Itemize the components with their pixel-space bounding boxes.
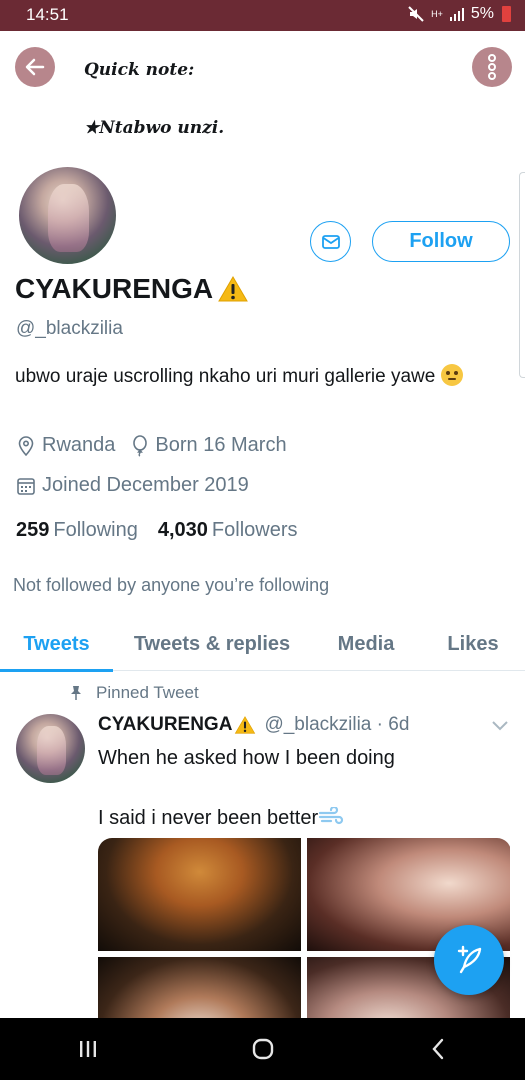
chevron-down-icon [492,721,508,731]
profile-joined: Joined December 2019 [16,474,249,497]
display-name-text: CYAKURENGA [15,273,214,304]
system-nav-bar [0,1018,525,1080]
compose-tweet-button[interactable] [434,925,504,995]
followers-link[interactable]: 4,030 Followers [158,519,298,542]
status-icons: H+ 5% [407,5,511,23]
eye-roll-emoji-icon [440,364,463,386]
recent-apps-icon [79,1041,96,1057]
tweet-photo-1[interactable] [98,838,301,951]
bio-text: ubwo uraje uscrolling nkaho uri muri gal… [15,366,436,387]
profile-birthday: Born 16 March [131,434,287,457]
following-link[interactable]: 259 Following [16,519,138,542]
vertical-dots-icon [488,54,496,80]
calendar-icon [17,477,35,495]
tab-media[interactable]: Media [311,618,421,671]
home-icon [252,1038,273,1060]
tab-likes[interactable]: Likes [421,618,525,671]
profile-meta-row-2: Joined December 2019 [16,474,265,497]
battery-percent: 5% [470,5,494,22]
birthday-text: Born 16 March [155,434,287,456]
envelope-icon [321,234,340,249]
location-text: Rwanda [42,434,116,456]
map-pin-icon [18,435,34,456]
more-options-button[interactable] [472,47,512,87]
profile-location: Rwanda [16,434,115,457]
profile-display-name: CYAKURENGA [15,273,249,305]
tweet-text: When he asked how I been doing I said i … [98,747,395,829]
arrow-left-icon [25,58,45,76]
follow-counts: 259 Following 4,030 Followers [16,519,298,542]
not-followed-notice: Not followed by anyone you’re following [13,575,330,595]
status-time: 14:51 [26,5,69,24]
back-button[interactable] [15,47,55,87]
status-bar: 14:51 H+ 5% [0,0,525,31]
chevron-left-icon [431,1038,443,1060]
tweet-menu-button[interactable] [491,718,509,736]
tweet-author-name[interactable]: CYAKURENGA [98,714,232,736]
pinned-label: Pinned Tweet [96,683,199,702]
back-nav-button[interactable] [408,1029,468,1069]
network-type-icon: H+ [431,8,443,19]
tweet-body: When he asked how I been doing I said i … [98,743,498,833]
profile-avatar[interactable] [15,163,120,268]
warning-icon [218,276,248,302]
profile-tabs: Tweets Tweets & replies Media Likes [0,618,525,672]
feather-plus-icon [457,945,482,974]
following-label: Following [53,519,138,541]
joined-text: Joined December 2019 [42,474,249,496]
mute-icon [408,6,424,22]
tweet-handle-time: @_blackzilia · 6d [264,714,410,735]
profile-bio: ubwo uraje uscrolling nkaho uri muri gal… [15,362,495,392]
followers-count: 4,030 [157,519,208,541]
dash-emoji-icon [319,807,344,825]
follow-button[interactable]: Follow [372,221,510,262]
profile-handle: @_blackzilia [16,318,123,339]
pin-icon [71,686,81,700]
warning-icon [235,716,256,734]
recent-apps-button[interactable] [58,1029,118,1069]
tab-tweets[interactable]: Tweets [0,618,113,672]
header-note-body: ★Ntabwo unzi. [84,118,225,138]
message-button[interactable] [310,221,351,262]
battery-icon [502,6,511,22]
scroll-indicator[interactable] [519,172,525,378]
home-button[interactable] [233,1029,293,1069]
tab-tweets-replies[interactable]: Tweets & replies [113,618,311,671]
tweet-photo-3[interactable] [98,957,301,1018]
tweet-media-grid [98,838,511,1018]
balloon-icon [133,434,148,457]
tweet-header: CYAKURENGA @_blackzilia · 6d [98,714,409,736]
header-note-title: Quick note: [84,60,195,80]
followers-label: Followers [211,519,298,541]
tweet-avatar[interactable] [16,714,85,783]
signal-icon [449,8,464,21]
pinned-indicator: Pinned Tweet [70,683,199,703]
following-count: 259 [16,519,50,541]
profile-meta-row-1: Rwanda Born 16 March [16,434,303,457]
